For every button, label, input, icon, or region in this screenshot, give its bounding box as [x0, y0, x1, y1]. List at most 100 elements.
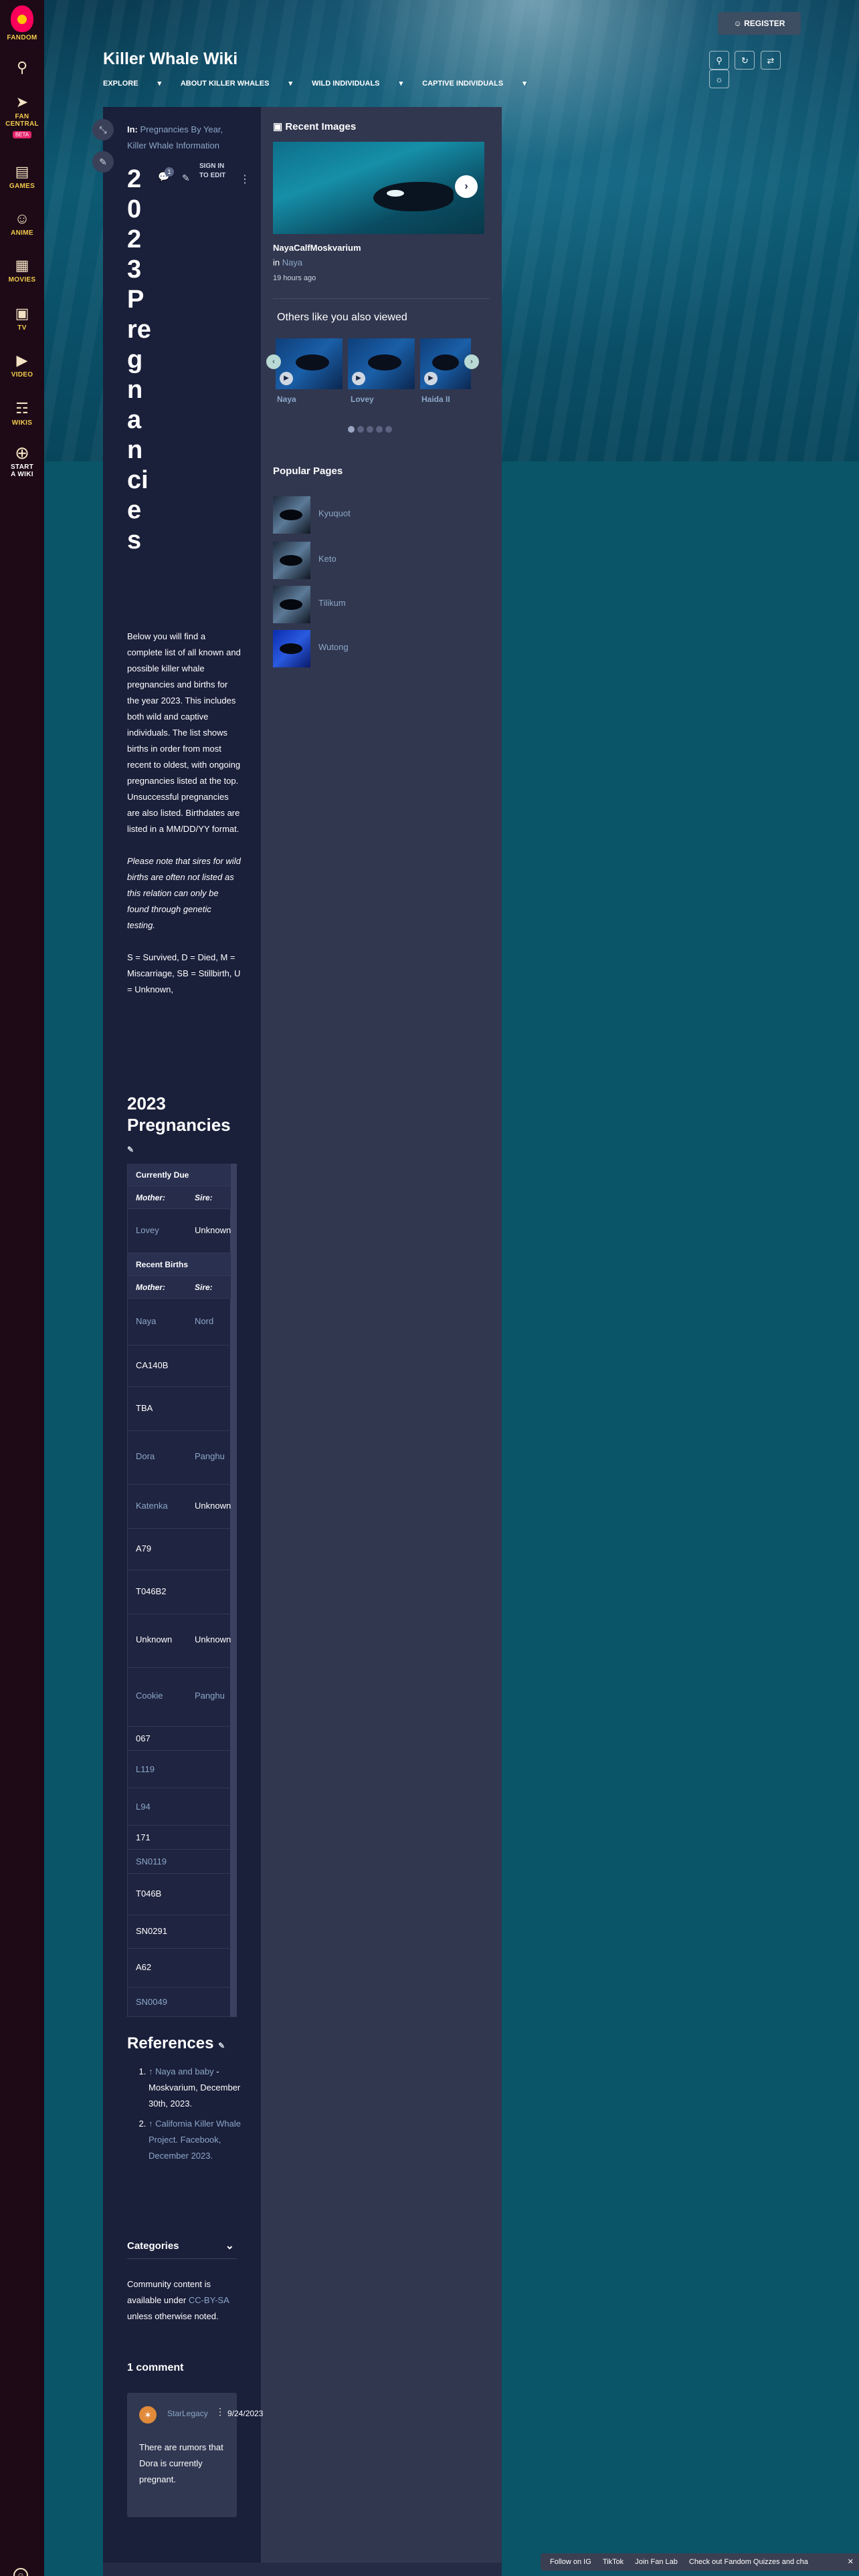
reference-link[interactable]: ↑ California Killer Whale Project. Faceb… [149, 2119, 241, 2161]
popular-page-item[interactable]: Keto [273, 542, 474, 579]
recent-image-caption: NayaCalfMoskvarium in Naya 19 hours ago [273, 243, 361, 282]
breadcrumb-pregnancies-by-year[interactable]: Pregnancies By Year, [140, 124, 223, 134]
wikis-label: WIKIS [11, 419, 33, 427]
others-item-haida-ii[interactable]: ▶ [420, 338, 471, 389]
license-link[interactable]: CC-BY-SA [189, 2295, 229, 2305]
edit-section-icon[interactable]: ✎ [127, 1145, 134, 1154]
search-icon[interactable]: ⚲ [709, 51, 729, 70]
play-icon: ▶ [352, 372, 365, 385]
avatar[interactable]: ✶ [139, 2406, 157, 2424]
mother-link[interactable]: Naya [136, 1316, 156, 1326]
popular-page-item[interactable]: Kyuquot [273, 496, 474, 534]
carousel-dot[interactable] [367, 426, 373, 433]
sire-note: Please note that sires for wild births a… [127, 856, 241, 930]
comment-user-link[interactable]: StarLegacy [167, 2409, 208, 2418]
reference-item: ↑ Naya and baby - Moskvarium, December 3… [149, 2064, 242, 2112]
shuffle-icon[interactable]: ⇄ [760, 51, 781, 70]
footer-link[interactable]: Follow on IG [550, 2558, 591, 2566]
mother-link[interactable]: Lovey [136, 1225, 159, 1235]
others-label[interactable]: Naya [277, 395, 296, 404]
mother-link[interactable]: Katenka [136, 1501, 168, 1511]
footer-link[interactable]: Check out Fandom Quizzes and cha [689, 2558, 808, 2566]
comment-menu-icon[interactable]: ⋮ [215, 2406, 225, 2418]
table-row: Lovey Unknown [128, 1209, 231, 1253]
popular-pages-heading: Popular Pages [273, 465, 343, 477]
table-row: A62 [128, 1949, 231, 1988]
mother-link[interactable]: Cookie [136, 1691, 163, 1701]
carousel-dot[interactable] [376, 426, 383, 433]
others-label[interactable]: Lovey [351, 395, 374, 404]
start-a-wiki-label: START A WIKI [10, 463, 34, 478]
popular-page-item[interactable]: Tilikum [273, 586, 474, 623]
others-item-lovey[interactable]: ▶ [348, 338, 415, 389]
mother-link[interactable]: L119 [136, 1764, 155, 1774]
register-button[interactable]: ☺ REGISTER [718, 12, 801, 35]
mother-link[interactable]: SN0119 [136, 1856, 167, 1866]
games-link[interactable]: ▤ GAMES [0, 163, 44, 190]
play-icon: ▶ [280, 372, 293, 385]
reference-link[interactable]: ↑ Naya and baby [149, 2066, 214, 2076]
table-scrollbar[interactable] [230, 1164, 237, 2017]
mother-link[interactable]: SN0049 [136, 1997, 167, 2007]
popular-page-item[interactable]: Wutong [273, 630, 474, 667]
search-button[interactable]: ⚲ [0, 59, 44, 76]
reference-item: ↑ California Killer Whale Project. Faceb… [149, 2116, 242, 2164]
expand-icon[interactable]: ⤡ [92, 119, 114, 140]
carousel-next-button[interactable]: › [464, 354, 479, 369]
carousel-prev-button[interactable]: ‹ [266, 354, 281, 369]
nav-captive-individuals[interactable]: CAPTIVE INDIVIDUALS ▾ [422, 80, 527, 88]
breadcrumb: In: Pregnancies By Year, Killer Whale In… [127, 122, 241, 154]
sire-link[interactable]: Nord [195, 1316, 213, 1326]
nav-about-killer-whales[interactable]: ABOUT KILLER WHALES ▾ [181, 80, 292, 88]
table-row: 171 [128, 1826, 231, 1850]
image-title-link[interactable]: NayaCalfMoskvarium [273, 243, 361, 253]
wiki-title[interactable]: Killer Whale Wiki [103, 49, 237, 69]
mother-link[interactable]: L94 [136, 1802, 151, 1812]
gamepad-icon: ▤ [15, 163, 29, 180]
video-link[interactable]: ▶ VIDEO [0, 352, 44, 379]
image-page-link[interactable]: Naya [282, 257, 302, 267]
start-a-wiki-link[interactable]: ⊕ START A WIKI [0, 444, 44, 478]
fan-central-link[interactable]: ➤ FAN CENTRAL BETA [0, 94, 44, 140]
activity-icon[interactable]: ↻ [735, 51, 755, 70]
table-row: T046B2 [128, 1570, 231, 1614]
mother-link[interactable]: Dora [136, 1451, 155, 1461]
footer-link[interactable]: TikTok [603, 2558, 624, 2566]
table-row: SN0049 [128, 1988, 231, 2017]
fandom-label: FANDOM [7, 34, 37, 41]
carousel-dot[interactable] [385, 426, 392, 433]
page-tools: 💬 1 ✎ SIGN IN TO EDIT ⋮ [153, 162, 253, 202]
edit-section-icon[interactable]: ✎ [218, 2041, 225, 2050]
nav-explore[interactable]: EXPLORE ▾ [103, 80, 161, 88]
sire-link[interactable]: Panghu [195, 1451, 225, 1461]
edit-icon[interactable]: ✎ [182, 173, 190, 184]
fandom-logo-link[interactable]: FANDOM [0, 5, 44, 41]
categories-toggle[interactable]: Categories ⌄ [127, 2236, 237, 2259]
wikis-link[interactable]: ☶ WIKIS [0, 400, 44, 427]
nav-wild-individuals[interactable]: WILD INDIVIDUALS ▾ [312, 80, 403, 88]
whale-image [373, 182, 454, 211]
theme-toggle-icon[interactable]: ☼ [709, 70, 729, 88]
movies-link[interactable]: ▦ MOVIES [0, 257, 44, 284]
close-icon[interactable]: ✕ [848, 2553, 854, 2571]
others-item-naya[interactable]: ▶ [276, 338, 343, 389]
edit-pencil-icon[interactable]: ✎ [92, 151, 114, 173]
tv-icon: ▣ [15, 305, 29, 322]
more-options-icon[interactable]: ⋮ [240, 173, 250, 186]
popular-page-thumbnail [273, 586, 310, 623]
anime-link[interactable]: ☺ ANIME [0, 210, 44, 237]
tv-link[interactable]: ▣ TV [0, 305, 44, 332]
footer-link[interactable]: Join Fan Lab [635, 2558, 678, 2566]
sire-link[interactable]: Panghu [195, 1691, 225, 1701]
carousel-dot[interactable] [357, 426, 364, 433]
breadcrumb-killer-whale-information[interactable]: Killer Whale Information [127, 140, 219, 150]
sign-in-to-edit-link[interactable]: SIGN IN TO EDIT [199, 162, 226, 181]
table-row: L119 [128, 1751, 231, 1788]
wiki-navigation: EXPLORE ▾ ABOUT KILLER WHALES ▾ WILD IND… [103, 79, 544, 88]
table-row: Naya Nord [128, 1299, 231, 1346]
next-image-button[interactable]: › [455, 175, 478, 198]
carousel-dot[interactable] [348, 426, 355, 433]
book-icon: ☶ [15, 400, 29, 417]
recent-image-thumbnail[interactable]: › [273, 142, 484, 234]
others-label[interactable]: Haida II [421, 395, 450, 404]
